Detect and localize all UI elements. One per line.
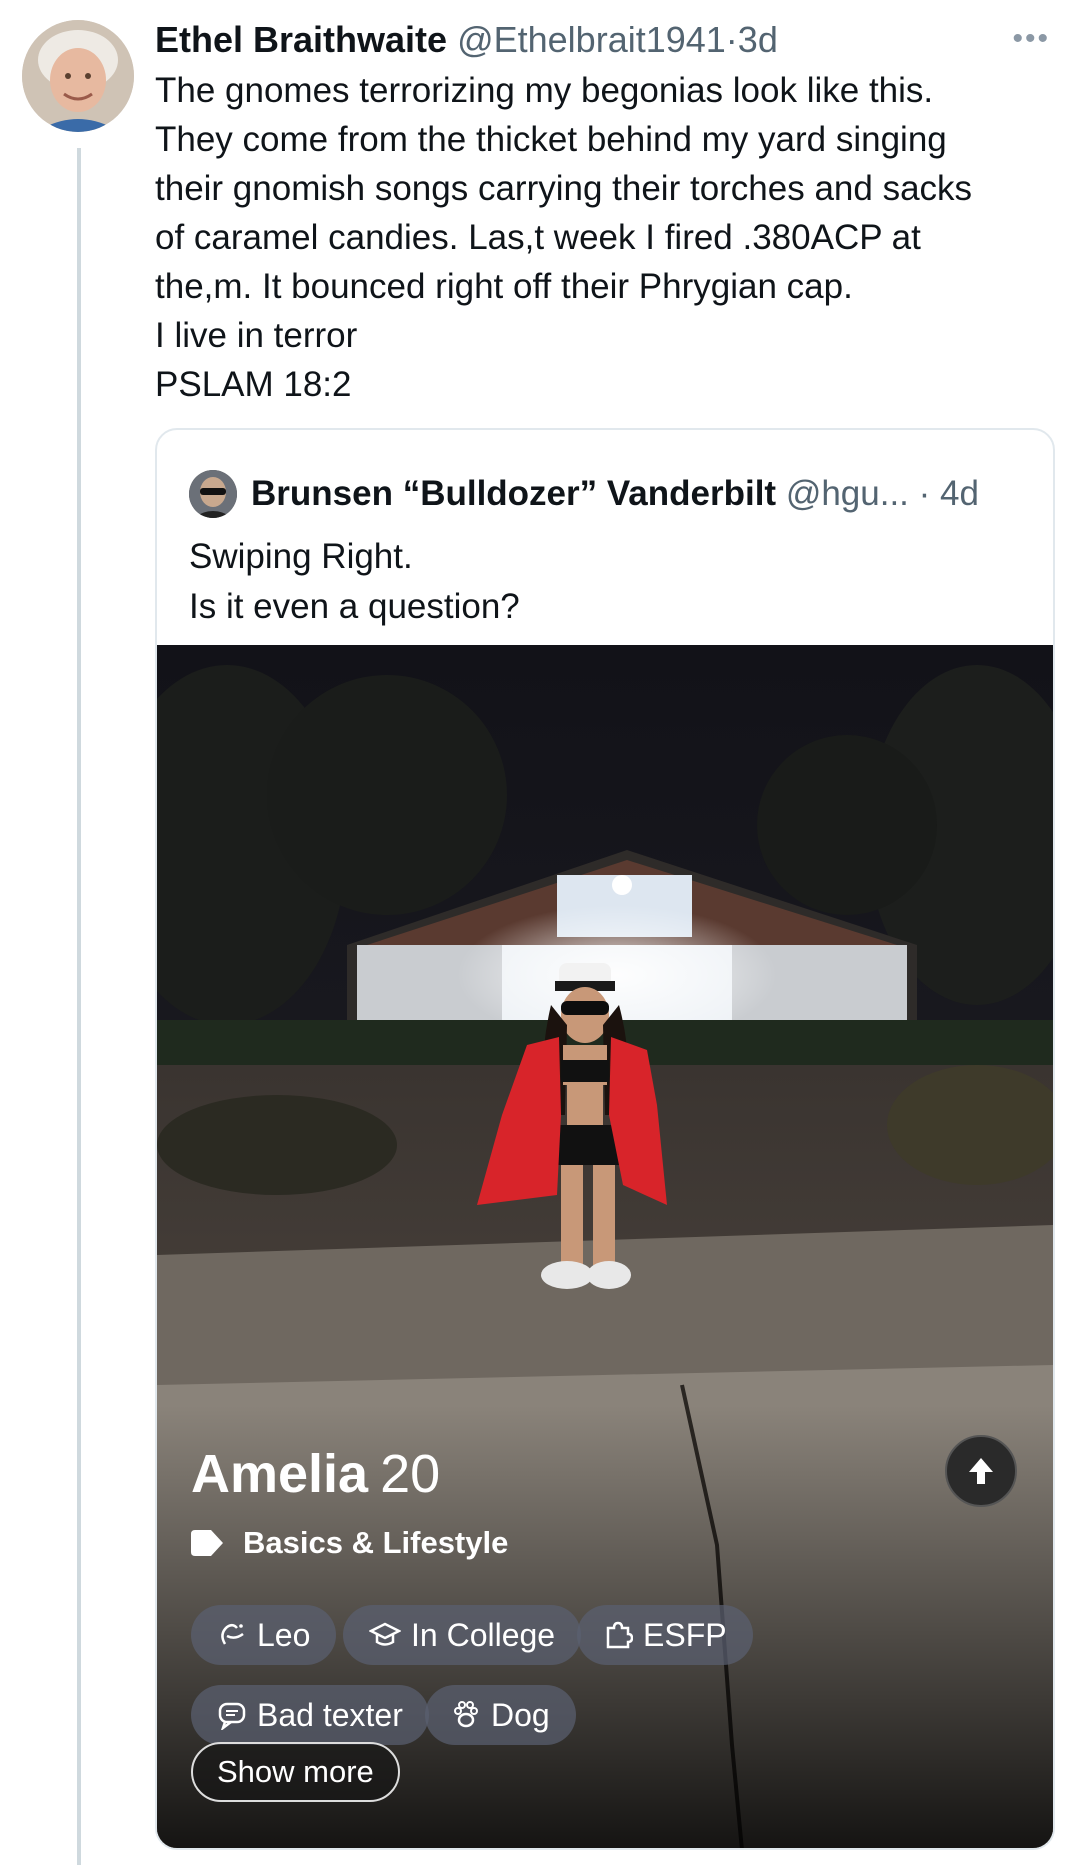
chip-label: Dog (491, 1696, 550, 1733)
chip-label: Leo (257, 1616, 311, 1653)
quote-author-avatar[interactable] (189, 470, 237, 518)
separator: · (918, 474, 931, 513)
expand-profile-button[interactable] (945, 1435, 1017, 1507)
chip-esfp[interactable]: ESFP (577, 1605, 753, 1665)
author-avatar[interactable] (22, 20, 134, 132)
author-name[interactable]: Ethel Braithwaite (155, 19, 447, 60)
basics-section-label: Basics & Lifestyle (191, 1525, 508, 1561)
graduation-cap-icon (369, 1622, 401, 1646)
separator: · (725, 19, 738, 60)
chip-label: Bad texter (257, 1696, 403, 1733)
tweet-line: of caramel candies. Las,t week I fired .… (155, 218, 921, 257)
chip-leo[interactable]: Leo (191, 1605, 337, 1665)
tweet-line: I live in terror (155, 316, 358, 355)
profile-name-age: Amelia 20 (191, 1443, 440, 1505)
arrow-up-icon (969, 1458, 993, 1484)
chip-label: ESFP (643, 1616, 727, 1653)
show-more-button[interactable]: Show more (191, 1742, 400, 1802)
quote-text: Swiping Right. Is it even a question? (189, 532, 520, 632)
tweet-text: The gnomes terrorizing my begonias look … (155, 66, 1055, 409)
profile-photo[interactable]: Amelia 20 Basics & Lifestyle Leo In Coll… (157, 645, 1053, 1848)
chip-dog[interactable]: Dog (425, 1685, 576, 1745)
quoted-tweet[interactable]: Brunsen “Bulldozer” Vanderbilt @hgu... ·… (155, 428, 1055, 1850)
profile-age: 20 (380, 1444, 441, 1504)
chat-bubble-icon (218, 1702, 246, 1730)
tweet-line: their gnomish songs carrying their torch… (155, 169, 973, 208)
chip-bad-texter[interactable]: Bad texter (191, 1685, 429, 1745)
quote-author-name[interactable]: Brunsen “Bulldozer” Vanderbilt (251, 472, 776, 516)
more-dots-icon[interactable]: ••• (1012, 22, 1050, 56)
night-scene-illustration (157, 645, 1053, 1848)
tag-icon (191, 1530, 223, 1556)
quote-time[interactable]: 4d (940, 472, 979, 516)
paw-icon (454, 1701, 478, 1728)
tweet-time[interactable]: 3d (738, 19, 778, 60)
puzzle-icon (606, 1621, 633, 1649)
quote-line: Swiping Right. (189, 537, 413, 576)
basics-label-text: Basics & Lifestyle (243, 1525, 509, 1560)
profile-name: Amelia (191, 1444, 369, 1504)
chip-label: In College (411, 1616, 556, 1653)
tweet-line: PSLAM 18:2 (155, 365, 352, 404)
thread-line (77, 148, 81, 1865)
zodiac-icon (221, 1624, 244, 1645)
tweet-header: Ethel Braithwaite @Ethelbrait1941·3d (155, 18, 778, 62)
author-handle[interactable]: @Ethelbrait1941 (457, 19, 726, 60)
tweet-line: the,m. It bounced right off their Phrygi… (155, 267, 853, 306)
quote-author-handle[interactable]: @hgu... (786, 472, 909, 516)
quote-line: Is it even a question? (189, 587, 520, 626)
tweet-line: The gnomes terrorizing my begonias look … (155, 71, 934, 110)
quote-header: Brunsen “Bulldozer” Vanderbilt @hgu... ·… (189, 470, 979, 518)
tweet-line: They come from the thicket behind my yar… (155, 120, 947, 159)
chip-in-college[interactable]: In College (343, 1605, 582, 1665)
